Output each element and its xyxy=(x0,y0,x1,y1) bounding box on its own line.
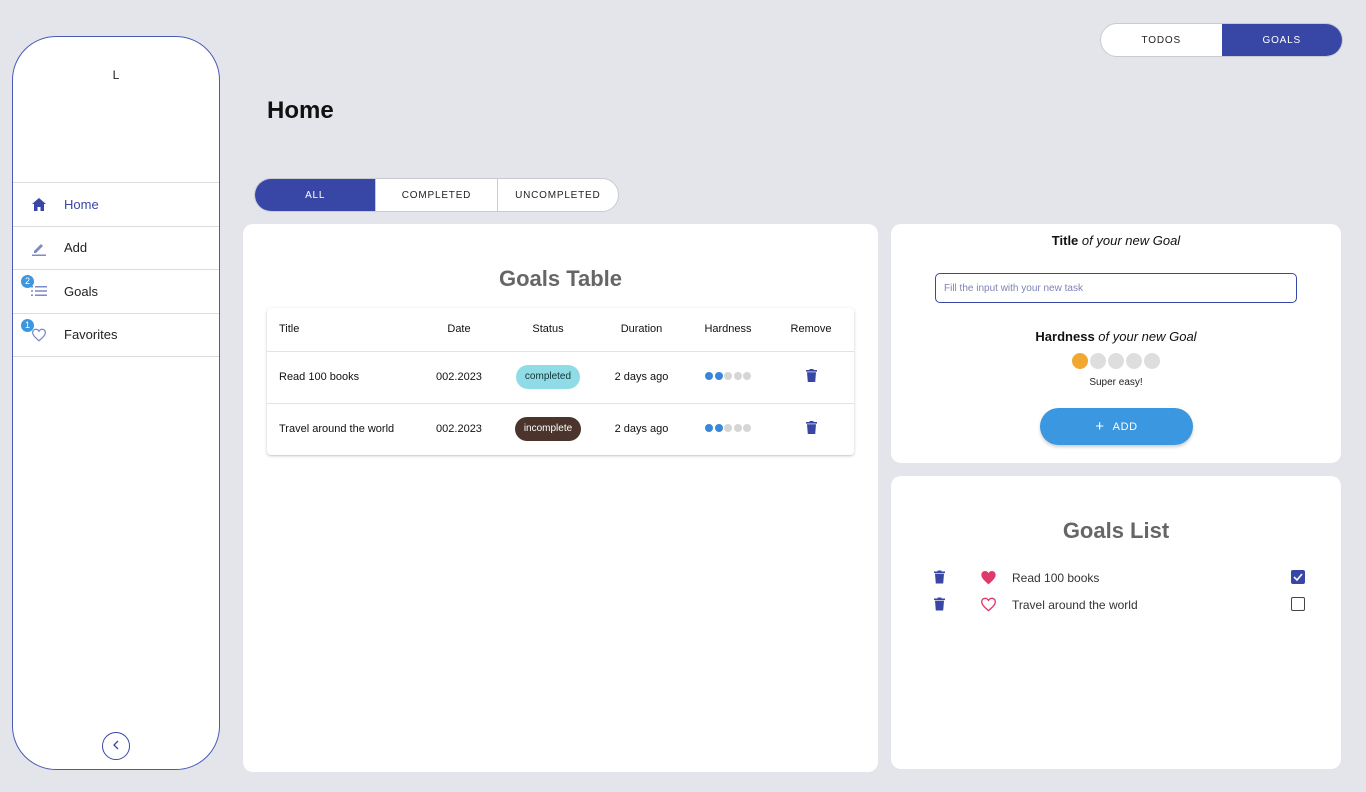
goal-list-title: Read 100 books xyxy=(1012,570,1100,585)
goal-title-cell: Travel around the world xyxy=(279,423,395,436)
hardness-option-dot[interactable] xyxy=(1108,353,1124,369)
add-button-label: ADD xyxy=(1112,420,1138,433)
chevron-left-icon xyxy=(112,737,120,755)
list-item: Travel around the world xyxy=(891,591,1341,618)
goal-hardness-cell xyxy=(688,403,768,455)
goal-duration-cell: 2 days ago xyxy=(614,423,669,436)
filter-completed-button[interactable]: COMPLETED xyxy=(375,179,496,211)
list-icon xyxy=(13,285,64,297)
column-header: Duration xyxy=(595,308,688,352)
hardness-field-label: Hardness of your new Goal xyxy=(891,329,1341,344)
favorites-count-badge: 1 xyxy=(21,318,34,332)
delete-icon[interactable] xyxy=(805,421,817,437)
goal-date-cell: 002.2023 xyxy=(417,351,501,404)
goal-checkbox[interactable] xyxy=(1291,597,1305,611)
new-goal-card: Title of your new Goal Hardness of your … xyxy=(891,224,1341,463)
page-title: Home xyxy=(267,97,334,124)
sidebar-nav: Home Add 2 Goals 1 Favorites xyxy=(13,182,219,357)
hardness-dot xyxy=(724,372,732,380)
hardness-selector[interactable] xyxy=(891,353,1341,369)
hardness-dot xyxy=(733,372,742,380)
title-field-label: Title of your new Goal xyxy=(891,233,1341,248)
hardness-option-dot[interactable] xyxy=(1072,353,1088,369)
table-row: Travel around the world 002.2023 incompl… xyxy=(267,403,854,455)
goal-status-cell: completed xyxy=(501,351,595,404)
status-badge: completed xyxy=(515,365,581,389)
new-task-input[interactable] xyxy=(935,273,1297,303)
hardness-option-dot[interactable] xyxy=(1090,353,1106,369)
sidebar-item-home[interactable]: Home xyxy=(13,183,219,227)
goal-checkbox[interactable] xyxy=(1291,570,1305,584)
goal-remove-cell xyxy=(768,403,854,455)
hardness-dot xyxy=(714,372,723,380)
goals-toggle-button[interactable]: GOALS xyxy=(1221,24,1342,56)
status-badge: incomplete xyxy=(514,417,582,442)
goal-date-cell: 002.2023 xyxy=(436,423,482,436)
hardness-dot xyxy=(724,424,732,433)
column-header: Hardness xyxy=(688,308,768,352)
table-row: Read 100 books 002.2023 completed 2 days… xyxy=(267,351,854,404)
sidebar-item-label: Home xyxy=(64,196,99,212)
view-toggle: TODOS GOALS xyxy=(1100,23,1343,57)
sidebar-item-favorites[interactable]: 1 Favorites xyxy=(13,314,219,357)
column-header: Date xyxy=(417,308,501,352)
sidebar-item-goals[interactable]: 2 Goals xyxy=(13,270,219,314)
title-label-italic: of your new Goal xyxy=(1081,233,1181,248)
list-item: Read 100 books xyxy=(891,564,1341,591)
filter-all-button[interactable]: ALL xyxy=(255,179,376,211)
plus-icon: + xyxy=(1095,418,1105,435)
goals-table-heading: Goals Table xyxy=(498,266,623,291)
sidebar-item-label: Add xyxy=(64,240,88,256)
status-filter: ALL COMPLETED UNCOMPLETED xyxy=(254,178,619,212)
avatar[interactable]: L xyxy=(13,68,219,82)
goals-table-card: Goals Table Title Date Status Duration H… xyxy=(243,224,878,772)
goals-list-card: Goals List Read 100 books Travel around … xyxy=(891,476,1341,769)
add-goal-button[interactable]: + ADD xyxy=(1040,408,1193,445)
goal-hardness-cell xyxy=(688,351,768,404)
column-header: Title xyxy=(267,308,417,352)
delete-icon[interactable] xyxy=(934,597,945,616)
goals-count-badge: 2 xyxy=(21,275,34,288)
filter-uncompleted-button[interactable]: UNCOMPLETED xyxy=(496,179,618,211)
delete-icon[interactable] xyxy=(934,570,945,589)
column-header: Status xyxy=(501,308,595,352)
sidebar: L Home Add 2 Goals 1 Favorites xyxy=(12,36,220,770)
heart-outline-icon[interactable] xyxy=(980,597,997,617)
edit-icon xyxy=(13,240,64,256)
todos-toggle-button[interactable]: TODOS xyxy=(1101,24,1222,56)
hardness-option-dot[interactable] xyxy=(1144,353,1160,369)
heart-outline-icon xyxy=(13,328,64,342)
goals-list: Read 100 books Travel around the world xyxy=(891,564,1341,618)
delete-icon[interactable] xyxy=(805,369,817,385)
collapse-sidebar-button[interactable] xyxy=(102,732,130,760)
goals-list-heading: Goals List xyxy=(1062,518,1170,543)
hardness-dot xyxy=(743,424,751,433)
heart-filled-icon[interactable] xyxy=(980,570,997,590)
sidebar-item-add[interactable]: Add xyxy=(13,227,219,270)
hardness-description: Super easy! xyxy=(1089,377,1143,388)
table-header-row: Title Date Status Duration Hardness Remo… xyxy=(267,308,854,352)
hardness-label-italic: of your new Goal xyxy=(1098,329,1197,344)
hardness-dot xyxy=(743,372,751,380)
home-icon xyxy=(13,197,64,211)
goal-remove-cell xyxy=(768,351,854,404)
goal-title-cell: Read 100 books xyxy=(267,351,417,404)
hardness-dot xyxy=(705,372,713,380)
goal-list-title: Travel around the world xyxy=(1012,597,1138,612)
goal-duration-cell: 2 days ago xyxy=(595,351,688,404)
column-header: Remove xyxy=(768,308,854,352)
goal-status-cell: incomplete xyxy=(501,403,595,455)
hardness-dot xyxy=(705,424,713,433)
title-label-bold: Title xyxy=(1051,233,1079,248)
hardness-label-bold: Hardness xyxy=(1035,329,1095,344)
hardness-dot xyxy=(714,424,723,433)
goals-table: Title Date Status Duration Hardness Remo… xyxy=(267,308,854,455)
hardness-rating xyxy=(705,372,751,380)
sidebar-item-label: Favorites xyxy=(64,327,118,343)
hardness-rating xyxy=(705,424,751,433)
sidebar-item-label: Goals xyxy=(64,283,98,299)
hardness-option-dot[interactable] xyxy=(1126,353,1142,369)
hardness-dot xyxy=(733,424,742,433)
